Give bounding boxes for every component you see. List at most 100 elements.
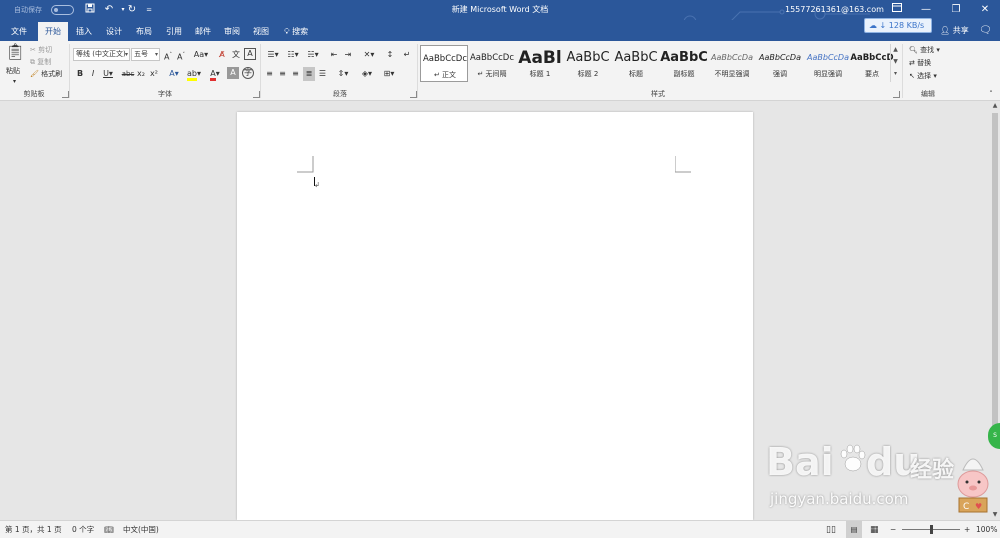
decrease-indent-icon[interactable]: ⇤ — [328, 48, 340, 62]
clear-formatting-icon[interactable]: A̸ — [216, 48, 228, 62]
share-button[interactable]: 👤︎ 共享 — [940, 22, 969, 40]
tab-home[interactable]: 开始 — [38, 22, 68, 41]
tab-layout[interactable]: 布局 — [129, 22, 159, 41]
page-count[interactable]: 第 1 页，共 1 页 — [5, 521, 62, 538]
web-layout-icon[interactable]: ▦ — [870, 521, 879, 538]
font-color-icon[interactable]: A▾ — [207, 67, 223, 81]
increase-indent-icon[interactable]: ⇥ — [342, 48, 354, 62]
paste-dropdown-icon[interactable]: ▾ — [13, 76, 16, 88]
style-heading-2[interactable]: AaBbC 标题 2 — [564, 45, 612, 82]
document-page[interactable] — [237, 112, 753, 520]
tab-mailings[interactable]: 邮件 — [188, 22, 218, 41]
text-effects-icon[interactable]: A▾ — [166, 67, 182, 81]
character-shading-icon[interactable]: A — [227, 67, 239, 79]
strikethrough-icon[interactable]: abc — [121, 67, 135, 81]
zoom-level[interactable]: 100% — [976, 521, 997, 538]
align-right-icon[interactable]: ≡ — [290, 67, 301, 81]
paw-icon — [838, 444, 866, 474]
tab-view[interactable]: 视图 — [246, 22, 276, 41]
italic-icon[interactable]: I — [88, 67, 98, 81]
shading-icon[interactable]: ◈▾ — [358, 67, 376, 81]
paste-icon[interactable]: 📋︎ — [5, 44, 25, 65]
styles-gallery-scroll[interactable]: ▲ ▼ ▾ — [890, 44, 900, 82]
style-subtle-emphasis[interactable]: AaBbCcDa 不明显强调 — [708, 45, 756, 82]
tab-references[interactable]: 引用 — [159, 22, 189, 41]
scroll-down-arrow-icon[interactable]: ▼ — [990, 510, 1000, 520]
style-no-spacing[interactable]: AaBbCcDc ↵ 无间隔 — [468, 45, 516, 82]
minimize-icon[interactable]: — — [911, 0, 941, 20]
align-center-icon[interactable]: ≡ — [277, 67, 288, 81]
ribbon-display-options-icon[interactable] — [882, 0, 912, 20]
font-size-combo[interactable]: 五号 ▾ — [131, 48, 160, 61]
scroll-up-arrow-icon[interactable]: ▲ — [990, 101, 1000, 111]
distributed-icon[interactable]: ☰ — [317, 67, 328, 81]
tell-me-search[interactable]: 💡︎ 搜索 — [284, 22, 308, 41]
style-subtitle[interactable]: AaBbC 副标题 — [660, 45, 708, 82]
tab-design[interactable]: 设计 — [99, 22, 129, 41]
bold-icon[interactable]: B — [75, 67, 85, 81]
copy-button[interactable]: ⧉ 复制 — [30, 56, 51, 68]
bullets-icon[interactable]: ☰▾ — [264, 48, 282, 62]
tab-review[interactable]: 审阅 — [217, 22, 247, 41]
scrollbar-thumb[interactable] — [992, 113, 998, 433]
style-emphasis[interactable]: AaBbCcDa 强调 — [756, 45, 804, 82]
replace-button[interactable]: ⇄ 替换 — [909, 57, 931, 69]
clipboard-group-label: 剪贴板 — [23, 90, 45, 98]
font-launcher-icon[interactable] — [253, 91, 260, 98]
proofing-icon[interactable]: 📖︎ — [104, 521, 114, 538]
highlight-color-icon[interactable]: ab▾ — [186, 67, 202, 81]
style-strong[interactable]: AaBbCcD 要点 — [848, 45, 896, 82]
tab-file[interactable]: 文件 — [4, 22, 34, 41]
zoom-slider-thumb[interactable] — [930, 525, 933, 534]
cut-button[interactable]: ✂ 剪切 — [30, 44, 52, 56]
styles-launcher-icon[interactable] — [893, 91, 900, 98]
style-sample: AaBl — [518, 49, 562, 67]
print-layout-icon[interactable]: ▤ — [846, 521, 862, 538]
subscript-icon[interactable]: x₂ — [136, 67, 146, 81]
zoom-out-icon[interactable]: − — [890, 521, 896, 538]
word-count[interactable]: 0 个字 — [72, 521, 94, 538]
phonetic-guide-icon[interactable]: 文 — [230, 48, 242, 62]
style-title[interactable]: AaBbC 标题 — [612, 45, 660, 82]
style-intense-emphasis[interactable]: AaBbCcDa 明显强调 — [804, 45, 852, 82]
scroll-down-icon[interactable]: ▼ — [891, 56, 900, 68]
shrink-font-icon[interactable]: A˅ — [175, 48, 187, 62]
replace-label: 替换 — [917, 59, 932, 67]
underline-icon[interactable]: U▾ — [101, 67, 115, 81]
superscript-icon[interactable]: x² — [149, 67, 159, 81]
numbering-icon[interactable]: ☷▾ — [284, 48, 302, 62]
restore-icon[interactable]: ❐ — [941, 0, 971, 20]
collapse-ribbon-icon[interactable]: ˄ — [985, 87, 997, 101]
line-spacing-icon[interactable]: ⇕▾ — [334, 67, 352, 81]
read-mode-icon[interactable]: ▯▯ — [826, 521, 836, 538]
comment-icon[interactable]: 🗨︎ — [979, 22, 992, 40]
sort-icon[interactable]: ↕ — [384, 48, 396, 62]
character-border-icon[interactable]: A — [244, 48, 256, 60]
account-name[interactable]: 15577261361@163.com — [785, 0, 884, 20]
grow-font-icon[interactable]: A˄ — [162, 48, 174, 62]
paragraph-launcher-icon[interactable] — [410, 91, 417, 98]
borders-icon[interactable]: ⊞▾ — [380, 67, 398, 81]
style-heading-1[interactable]: AaBl 标题 1 — [516, 45, 564, 82]
style-normal[interactable]: AaBbCcDc ↵ 正文 — [420, 45, 468, 82]
font-name-combo[interactable]: 等线 (中文正文) ▾ — [73, 48, 130, 61]
zoom-in-icon[interactable]: + — [964, 521, 970, 538]
justify-icon[interactable]: ≣ — [303, 67, 315, 81]
language-indicator[interactable]: 中文(中国) — [123, 521, 159, 538]
format-painter-button[interactable]: 🖌︎ 格式刷 — [30, 68, 62, 80]
tab-insert[interactable]: 插入 — [69, 22, 99, 41]
vertical-scrollbar[interactable]: ▲ ▼ — [990, 101, 1000, 520]
enclose-characters-icon[interactable]: 字 — [242, 67, 254, 79]
scroll-up-icon[interactable]: ▲ — [891, 44, 900, 56]
find-button[interactable]: 🔍︎ 查找 ▾ — [909, 44, 940, 56]
align-left-icon[interactable]: ≡ — [264, 67, 275, 81]
select-button[interactable]: ↖ 选择 ▾ — [909, 70, 937, 82]
change-case-icon[interactable]: Aa▾ — [192, 48, 210, 62]
chinese-layout-icon[interactable]: ✕▾ — [360, 48, 378, 62]
watermark-url: jingyan.baidu.com — [770, 490, 909, 508]
multilevel-list-icon[interactable]: ☵▾ — [304, 48, 322, 62]
more-styles-icon[interactable]: ▾ — [891, 68, 900, 80]
close-icon[interactable]: ✕ — [970, 0, 1000, 20]
show-marks-icon[interactable]: ↵ — [401, 48, 413, 62]
clipboard-launcher-icon[interactable] — [62, 91, 69, 98]
